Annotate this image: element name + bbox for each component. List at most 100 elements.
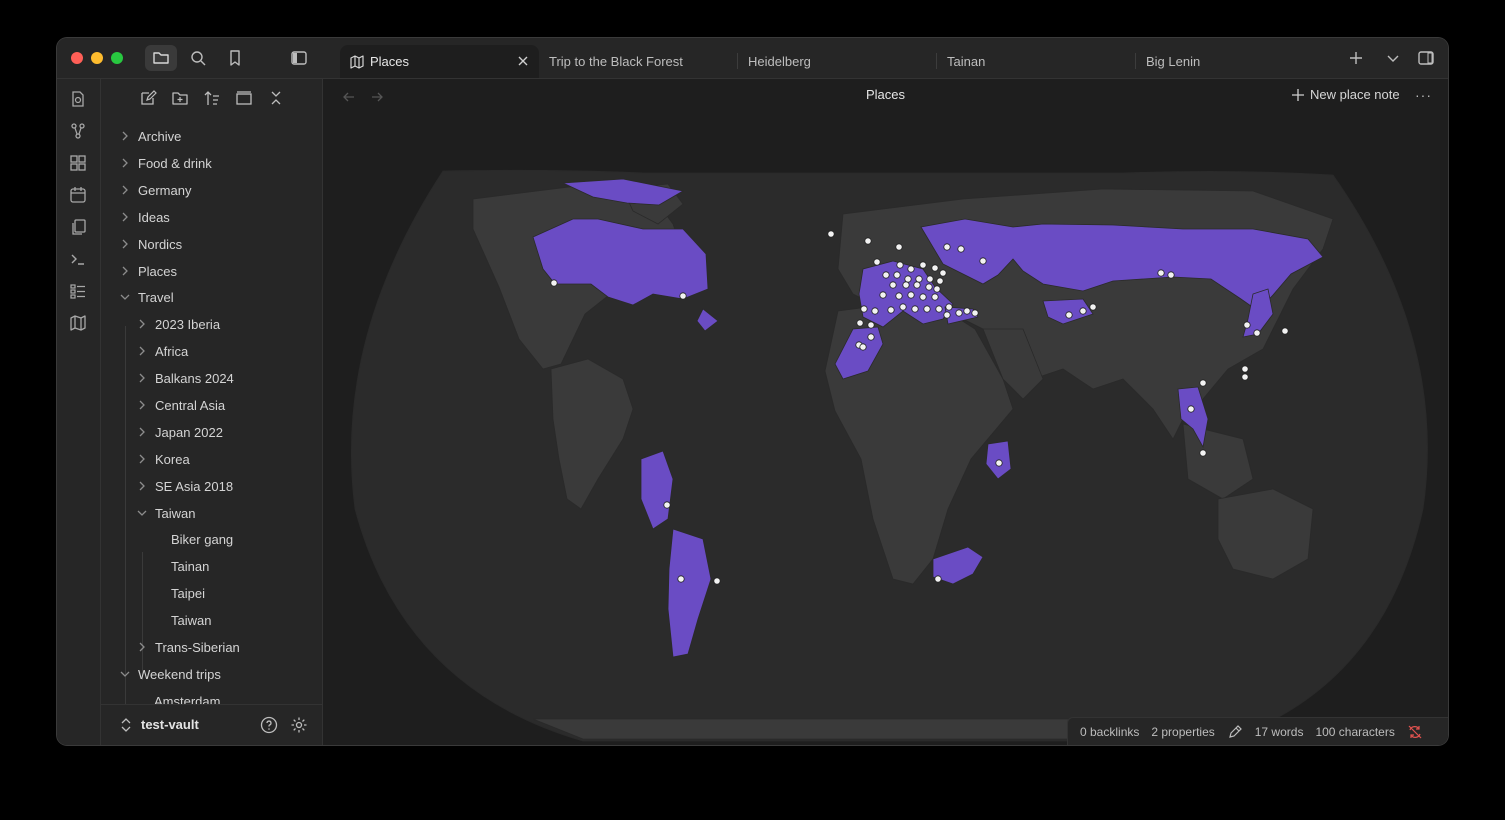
daily-note-icon[interactable] [69, 90, 87, 108]
folder-item[interactable]: Places [118, 260, 177, 282]
folder-item[interactable]: Weekend trips [118, 663, 221, 685]
file-item[interactable]: Amsterdam [154, 690, 220, 706]
place-marker[interactable] [919, 293, 927, 301]
place-marker[interactable] [1253, 329, 1261, 337]
collapse-all-icon[interactable] [235, 89, 253, 107]
place-marker[interactable] [936, 277, 944, 285]
place-marker[interactable] [907, 291, 915, 299]
place-marker[interactable] [902, 281, 910, 289]
folder-item[interactable]: Travel [118, 286, 174, 308]
tab-big-lenin[interactable]: Big Lenin [1136, 45, 1335, 78]
chevron-up-down-icon[interactable] [119, 717, 133, 733]
folder-item[interactable]: Taiwan [135, 502, 195, 524]
place-marker[interactable] [1281, 327, 1289, 335]
new-note-icon[interactable] [139, 89, 157, 107]
properties-count[interactable]: 2 properties [1151, 725, 1214, 739]
new-place-note-button[interactable]: New place note [1291, 87, 1400, 102]
place-marker[interactable] [895, 292, 903, 300]
place-marker[interactable] [871, 307, 879, 315]
place-marker[interactable] [859, 343, 867, 351]
place-marker[interactable] [923, 305, 931, 313]
place-marker[interactable] [925, 283, 933, 291]
place-marker[interactable] [915, 275, 923, 283]
right-sidebar-toggle-icon[interactable] [1410, 45, 1442, 71]
close-all-icon[interactable] [267, 89, 285, 107]
place-marker[interactable] [1241, 365, 1249, 373]
place-marker[interactable] [899, 303, 907, 311]
place-marker[interactable] [893, 271, 901, 279]
place-marker[interactable] [957, 245, 965, 253]
file-item[interactable]: Taiwan [171, 609, 211, 631]
place-marker[interactable] [911, 305, 919, 313]
place-marker[interactable] [1065, 311, 1073, 319]
minimize-window-button[interactable] [91, 52, 103, 64]
bases-icon[interactable] [69, 282, 87, 300]
place-marker[interactable] [933, 285, 941, 293]
tab-heidelberg[interactable]: Heidelberg [738, 45, 937, 78]
file-item[interactable]: Biker gang [171, 528, 233, 550]
command-palette-icon[interactable] [69, 250, 87, 268]
place-marker[interactable] [873, 258, 881, 266]
place-marker[interactable] [1079, 307, 1087, 315]
world-map[interactable] [323, 79, 1448, 745]
settings-icon[interactable] [290, 716, 308, 734]
tab-places[interactable]: Places [340, 45, 539, 78]
sidebar-toggle-icon[interactable] [283, 45, 315, 71]
tab-trip-to-the-black-forest[interactable]: Trip to the Black Forest [539, 45, 738, 78]
place-marker[interactable] [1157, 269, 1165, 277]
folder-item[interactable]: Japan 2022 [135, 421, 223, 443]
place-marker[interactable] [663, 501, 671, 509]
tab-list-icon[interactable] [1377, 45, 1409, 71]
place-marker[interactable] [913, 281, 921, 289]
canvas-icon[interactable] [69, 154, 87, 172]
file-item[interactable]: Taipei [171, 582, 205, 604]
place-marker[interactable] [1243, 321, 1251, 329]
bookmark-icon[interactable] [219, 45, 251, 71]
help-icon[interactable] [260, 716, 278, 734]
place-marker[interactable] [896, 261, 904, 269]
place-marker[interactable] [1167, 271, 1175, 279]
place-marker[interactable] [934, 575, 942, 583]
sync-status-icon[interactable] [1407, 724, 1423, 740]
folder-item[interactable]: Africa [135, 340, 188, 362]
place-marker[interactable] [943, 243, 951, 251]
place-marker[interactable] [864, 237, 872, 245]
place-marker[interactable] [856, 319, 864, 327]
place-marker[interactable] [955, 309, 963, 317]
place-marker[interactable] [879, 291, 887, 299]
place-marker[interactable] [979, 257, 987, 265]
place-marker[interactable] [882, 271, 890, 279]
more-options-button[interactable]: ··· [1415, 87, 1432, 103]
place-marker[interactable] [895, 243, 903, 251]
calendar-icon[interactable] [69, 186, 87, 204]
backlinks-count[interactable]: 0 backlinks [1080, 725, 1139, 739]
place-marker[interactable] [1187, 405, 1195, 413]
folder-item[interactable]: Archive [118, 125, 181, 147]
search-icon[interactable] [182, 45, 214, 71]
place-marker[interactable] [1199, 379, 1207, 387]
new-folder-icon[interactable] [171, 89, 189, 107]
place-marker[interactable] [889, 281, 897, 289]
place-marker[interactable] [679, 292, 687, 300]
place-marker[interactable] [677, 575, 685, 583]
place-marker[interactable] [1199, 449, 1207, 457]
folder-item[interactable]: Food & drink [118, 152, 212, 174]
folder-item[interactable]: Trans-Siberian [135, 636, 240, 658]
folder-item[interactable]: 2023 Iberia [135, 313, 220, 335]
folder-item[interactable]: Nordics [118, 233, 182, 255]
zoom-window-button[interactable] [111, 52, 123, 64]
close-window-button[interactable] [71, 52, 83, 64]
place-marker[interactable] [1089, 303, 1097, 311]
folder-item[interactable]: Central Asia [135, 394, 225, 416]
tab-tainan[interactable]: Tainan [937, 45, 1136, 78]
place-marker[interactable] [550, 279, 558, 287]
place-marker[interactable] [907, 265, 915, 273]
place-marker[interactable] [919, 261, 927, 269]
edit-mode-icon[interactable] [1227, 724, 1243, 740]
place-marker[interactable] [713, 577, 721, 585]
place-marker[interactable] [945, 303, 953, 311]
graph-icon[interactable] [69, 122, 87, 140]
place-marker[interactable] [939, 269, 947, 277]
folder-item[interactable]: Germany [118, 179, 191, 201]
templates-icon[interactable] [69, 218, 87, 236]
